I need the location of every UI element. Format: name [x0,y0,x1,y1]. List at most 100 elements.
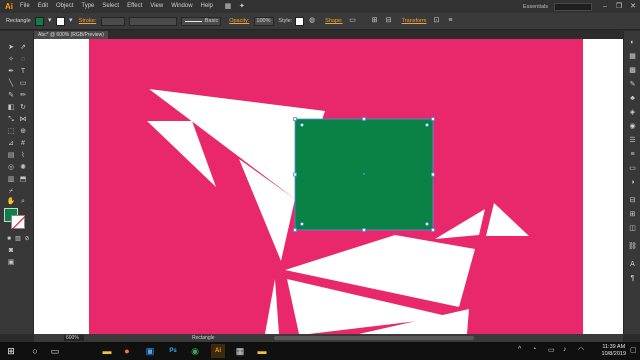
pen-icon[interactable]: ✒ [6,67,16,77]
swatches-icon[interactable]: ▩ [627,65,638,76]
artwork[interactable] [89,39,583,334]
type-icon[interactable]: T [18,67,28,77]
menu-view[interactable]: View [146,0,167,13]
recolor-artwork-icon[interactable]: ◍ [307,16,317,26]
free-transform-icon[interactable]: ⬚ [6,127,16,137]
transform-label[interactable]: Transform [402,18,427,24]
file-explorer-icon[interactable]: ▬ [100,344,114,358]
hand-icon[interactable]: ✋ [6,197,16,207]
gradient-panel-icon[interactable]: ▭ [627,163,638,174]
draw-mode-icon[interactable]: ◙ [6,246,16,256]
pencil-icon[interactable]: ✏ [18,91,28,101]
mesh-icon[interactable]: # [18,139,28,149]
character-icon[interactable]: A [627,259,638,270]
minimize-button[interactable]: – [598,0,612,13]
scale-icon[interactable]: ⤡ [6,115,16,125]
line-icon[interactable]: ╲ [6,79,16,89]
menu-effect[interactable]: Effect [123,0,146,13]
illustrator-taskbar-icon[interactable]: Ai [211,344,225,358]
volume-icon[interactable]: ♪ [563,346,567,353]
opacity-label[interactable]: Opacity: [229,18,249,24]
lasso-icon[interactable]: ◌ [18,55,28,65]
graphic-style-swatch[interactable] [295,16,305,26]
shape-builder-icon[interactable]: ⊕ [18,127,28,137]
rectangle-icon[interactable]: ▭ [18,79,28,89]
slice-icon[interactable]: ⌿ [6,187,16,197]
artboard-icon[interactable]: ⬒ [18,175,28,185]
align-center-icon[interactable]: ⊟ [384,16,394,26]
appearance-icon[interactable]: ◉ [627,121,638,132]
horizontal-scrollbar[interactable] [274,336,474,340]
bridge-icon[interactable]: ▦ [223,2,233,12]
panel-menu-icon[interactable]: ≡ [445,16,455,26]
firefox-icon[interactable]: ● [120,344,134,358]
wifi-icon[interactable]: ◠ [578,346,584,354]
perspective-icon[interactable]: ⊿ [6,139,16,149]
symbols-icon[interactable]: ♣ [627,93,638,104]
transform-panel-icon[interactable]: ⊞ [627,209,638,220]
task-view-icon[interactable]: ▭ [48,344,62,358]
magic-wand-icon[interactable]: ✧ [6,55,16,65]
align-icon[interactable]: ⊟ [627,195,638,206]
menu-window[interactable]: Window [167,0,196,13]
transparency-icon[interactable]: ◑ [627,177,638,188]
stroke-label[interactable]: Stroke: [79,18,96,24]
pathfinder-icon[interactable]: ◫ [627,223,638,234]
direct-selection-icon[interactable]: ⇗ [18,43,28,53]
restore-button[interactable]: ❐ [612,0,626,13]
search-icon[interactable]: ○ [28,344,42,358]
paintbrush-icon[interactable]: ✎ [6,91,16,101]
gpu-performance-icon[interactable]: ✦ [237,2,247,12]
folder-taskbar-icon[interactable]: ▬ [255,344,269,358]
blend-icon[interactable]: ◎ [6,163,16,173]
brushes-icon[interactable]: ✎ [627,79,638,90]
eyedropper-icon[interactable]: ⌇ [18,151,28,161]
stroke-swatch[interactable] [11,215,25,229]
width-icon[interactable]: ⋈ [18,115,28,125]
photoshop-icon[interactable]: Ps [166,344,180,358]
color-guide-icon[interactable]: ▦ [627,51,638,62]
tray-overflow-icon[interactable]: ^ [518,346,521,353]
menu-object[interactable]: Object [52,0,77,13]
links-icon[interactable]: ⛓ [627,241,638,252]
document-tab[interactable]: Abc* @ 600% (RGB/Preview) [34,31,108,39]
color-icon[interactable]: ◐ [627,37,638,48]
chrome-icon[interactable]: ◉ [188,344,202,358]
graph-icon[interactable]: ▥ [6,175,16,185]
menu-help[interactable]: Help [197,0,217,13]
chevron-down-icon[interactable]: ▾ [68,16,74,26]
store-icon[interactable]: ▣ [143,344,157,358]
stroke-weight-field[interactable] [101,16,126,26]
none-mode-icon[interactable]: ⊘ [22,234,32,244]
close-button[interactable]: ✕ [626,0,640,13]
shape-label[interactable]: Shape: [325,18,342,24]
zoom-level-field[interactable]: 600% [64,335,84,341]
graphic-styles-icon[interactable]: ◈ [627,107,638,118]
selection-icon[interactable]: ➤ [6,43,16,53]
battery-icon[interactable]: ▭ [548,346,555,354]
isolate-icon[interactable]: ⊡ [431,16,441,26]
variable-width-field[interactable] [129,16,178,26]
fill-color-swatch[interactable] [34,16,44,26]
gradient-icon[interactable]: ▤ [6,151,16,161]
align-icon[interactable]: ⊞ [370,16,380,26]
workspace-switcher[interactable]: Essentials [523,4,548,10]
layers-icon[interactable]: ☰ [627,135,638,146]
rotate-icon[interactable]: ↻ [18,103,28,113]
opacity-field[interactable]: 100% [254,16,275,26]
stroke-icon[interactable]: ≡ [627,149,638,160]
menu-edit[interactable]: Edit [34,0,52,13]
menu-type[interactable]: Type [77,0,98,13]
eraser-icon[interactable]: ◧ [6,103,16,113]
windows-start-icon[interactable]: ⊞ [4,344,18,358]
paragraph-icon[interactable]: ¶ [627,273,638,284]
notifications-icon[interactable]: ▢ [630,346,637,354]
menu-select[interactable]: Select [98,0,123,13]
screen-mode-icon[interactable]: ▣ [6,258,16,268]
rectangle-shape-icon[interactable]: ▭ [348,16,358,26]
symbol-sprayer-icon[interactable]: ✺ [18,163,28,173]
canvas[interactable] [34,39,623,334]
zoom-icon[interactable]: ⌕ [18,197,28,207]
taskbar-clock[interactable]: 11:39 AM 10/8/2019 [602,344,626,358]
search-input[interactable] [554,2,592,11]
